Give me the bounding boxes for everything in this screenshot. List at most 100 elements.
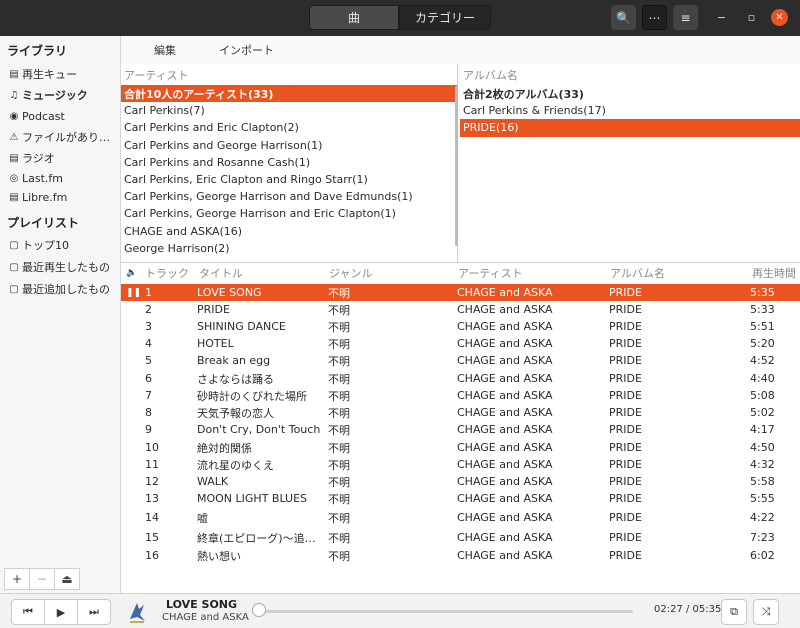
list-item[interactable]: 合計10人のアーティスト(33): [121, 85, 457, 103]
column-header-length[interactable]: 再生時間: [752, 263, 796, 283]
column-header-genre[interactable]: ジャンル: [329, 263, 372, 283]
maximize-button[interactable]: ▫: [743, 9, 760, 26]
seek-handle[interactable]: [252, 603, 266, 617]
table-row[interactable]: 16 熱い想い 不明 CHAGE and ASKA PRIDE 6:02: [121, 547, 800, 564]
tab-songs[interactable]: 曲: [309, 5, 399, 30]
list-item[interactable]: Carl Perkins, George Harrison and Eric C…: [121, 205, 457, 222]
table-row[interactable]: 8 天気予報の恋人 不明 CHAGE and ASKA PRIDE 5:02: [121, 404, 800, 421]
artist-column-header[interactable]: アーティスト: [121, 64, 457, 85]
table-row[interactable]: 2 PRIDE 不明 CHAGE and ASKA PRIDE 5:33: [121, 301, 800, 318]
track-length: 5:08: [750, 389, 775, 402]
table-row[interactable]: 6 さよならは踊る 不明 CHAGE and ASKA PRIDE 4:40: [121, 370, 800, 387]
list-item[interactable]: Carl Perkins and Eric Clapton(2): [121, 119, 457, 136]
track-artist: CHAGE and ASKA: [457, 303, 553, 316]
table-row[interactable]: ❚❚ 1 LOVE SONG 不明 CHAGE and ASKA PRIDE 5:35: [121, 284, 800, 301]
menu-import[interactable]: インポート: [219, 42, 274, 58]
table-row[interactable]: 4 HOTEL 不明 CHAGE and ASKA PRIDE 5:20: [121, 335, 800, 352]
list-item[interactable]: CHAGE and ASKA(16): [121, 223, 457, 240]
eject-button[interactable]: ⏏: [54, 568, 80, 590]
sidebar-item-librefm[interactable]: ▤ Libre.fm: [8, 188, 120, 206]
search-button[interactable]: 🔍: [611, 5, 636, 30]
track-number: 13: [145, 492, 159, 505]
table-row[interactable]: 9 Don't Cry, Don't Touch 不明 CHAGE and ASKA P…: [121, 421, 800, 438]
sidebar-item-music[interactable]: ♫ ミュージック: [8, 86, 120, 104]
track-title: 流れ星のゆくえ: [197, 458, 274, 472]
queue-icon: ▤: [9, 68, 19, 80]
column-header-album[interactable]: アルバム名: [610, 263, 665, 283]
track-number: 4: [145, 337, 152, 350]
librefm-icon: ▤: [9, 191, 19, 203]
minimize-button[interactable]: −: [713, 9, 730, 26]
play-button[interactable]: ▶: [44, 599, 78, 625]
table-row[interactable]: 13 MOON LIGHT BLUES 不明 CHAGE and ASKA PRIDE 5…: [121, 490, 800, 507]
track-artist: CHAGE and ASKA: [457, 549, 553, 562]
track-length: 4:50: [750, 441, 775, 454]
track-album: PRIDE: [609, 372, 642, 385]
track-number: 3: [145, 320, 152, 333]
sidebar-item-radio[interactable]: ▤ ラジオ: [8, 149, 120, 167]
album-list[interactable]: アルバム名 合計2枚のアルバム(33) Carl Perkins & Frien…: [460, 64, 800, 262]
sidebar-item-missing-files[interactable]: ⚠ ファイルがあり…: [8, 128, 120, 146]
table-row[interactable]: 12 WALK 不明 CHAGE and ASKA PRIDE 5:58: [121, 473, 800, 490]
search-icon: 🔍: [616, 10, 631, 25]
sidebar-item-recently-added[interactable]: ▢ 最近追加したもの: [8, 280, 120, 298]
track-length: 5:33: [750, 303, 775, 316]
track-number: 2: [145, 303, 152, 316]
list-item[interactable]: Carl Perkins, George Harrison and Dave E…: [121, 188, 457, 205]
track-album: PRIDE: [609, 441, 642, 454]
sidebar-item-top10[interactable]: ▢ トップ10: [8, 236, 120, 254]
seek-bar[interactable]: [258, 610, 633, 613]
sidebar-item-lastfm[interactable]: ◎ Last.fm: [8, 169, 120, 187]
track-genre: 不明: [328, 511, 350, 525]
sidebar-item-recently-played[interactable]: ▢ 最近再生したもの: [8, 258, 120, 276]
list-item[interactable]: George Harrison(2): [121, 240, 457, 257]
list-item[interactable]: Carl Perkins and George Harrison(1): [121, 137, 457, 154]
table-row[interactable]: 14 嘘 不明 CHAGE and ASKA PRIDE 4:22: [121, 509, 800, 526]
column-header-track[interactable]: トラック: [145, 263, 189, 283]
next-button[interactable]: ⏭: [77, 599, 111, 625]
menu-edit[interactable]: 編集: [154, 42, 176, 58]
tab-categories[interactable]: カテゴリー: [399, 5, 491, 30]
shuffle-icon: ⤨: [761, 605, 771, 618]
track-title: 終章(エピローグ)〜追…: [197, 531, 316, 545]
close-button[interactable]: ✕: [771, 9, 788, 26]
table-row[interactable]: 3 SHINING DANCE 不明 CHAGE and ASKA PRIDE 5:51: [121, 318, 800, 335]
table-row[interactable]: 15 終章(エピローグ)〜追… 不明 CHAGE and ASKA PRIDE 7:23: [121, 529, 800, 546]
list-item[interactable]: Carl Perkins(7): [121, 102, 457, 119]
menu-button[interactable]: ≡: [673, 5, 698, 30]
sidebar-item-label: ミュージック: [22, 89, 88, 102]
sidebar-item-podcast[interactable]: ◉ Podcast: [8, 107, 120, 125]
sidebar-item-queue[interactable]: ▤ 再生キュー: [8, 65, 120, 83]
more-button[interactable]: ⋯: [642, 5, 667, 30]
add-playlist-button[interactable]: +: [4, 568, 30, 590]
track-genre: 不明: [328, 286, 350, 300]
list-item[interactable]: Carl Perkins & Friends(17): [460, 102, 800, 119]
list-item[interactable]: Carl Perkins and Rosanne Cash(1): [121, 154, 457, 171]
shuffle-button[interactable]: ⤨: [753, 599, 779, 625]
track-number: 14: [145, 511, 159, 524]
now-playing-icon: ❚❚: [126, 287, 140, 298]
repeat-icon: ⧉: [730, 605, 738, 618]
repeat-button[interactable]: ⧉: [721, 599, 747, 625]
album-art[interactable]: [126, 599, 148, 625]
table-row[interactable]: 5 Break an egg 不明 CHAGE and ASKA PRIDE 4:52: [121, 352, 800, 369]
list-item[interactable]: 合計2枚のアルバム(33): [460, 85, 800, 102]
warning-icon: ⚠: [9, 131, 19, 143]
column-header-artist[interactable]: アーティスト: [458, 263, 523, 283]
list-item[interactable]: PRIDE(16): [460, 119, 800, 137]
table-row[interactable]: 11 流れ星のゆくえ 不明 CHAGE and ASKA PRIDE 4:32: [121, 456, 800, 473]
artist-list-scrollbar[interactable]: [455, 86, 458, 246]
artist-list[interactable]: アーティスト 合計10人のアーティスト(33) Carl Perkins(7) …: [121, 64, 458, 262]
table-row[interactable]: 10 絶対的関係 不明 CHAGE and ASKA PRIDE 4:50: [121, 439, 800, 456]
track-title: HOTEL: [197, 337, 234, 350]
previous-button[interactable]: ⏮: [11, 599, 45, 625]
column-header-title[interactable]: タイトル: [199, 263, 243, 283]
list-item[interactable]: Carl Perkins, Eric Clapton and Ringo Sta…: [121, 171, 457, 188]
track-album: PRIDE: [609, 531, 642, 544]
now-playing-artist: CHAGE and ASKA: [162, 612, 249, 623]
remove-playlist-button[interactable]: −: [29, 568, 55, 590]
track-length: 4:32: [750, 458, 775, 471]
album-column-header[interactable]: アルバム名: [460, 64, 800, 85]
table-row[interactable]: 7 砂時計のくびれた場所 不明 CHAGE and ASKA PRIDE 5:08: [121, 387, 800, 404]
track-number: 10: [145, 441, 159, 454]
